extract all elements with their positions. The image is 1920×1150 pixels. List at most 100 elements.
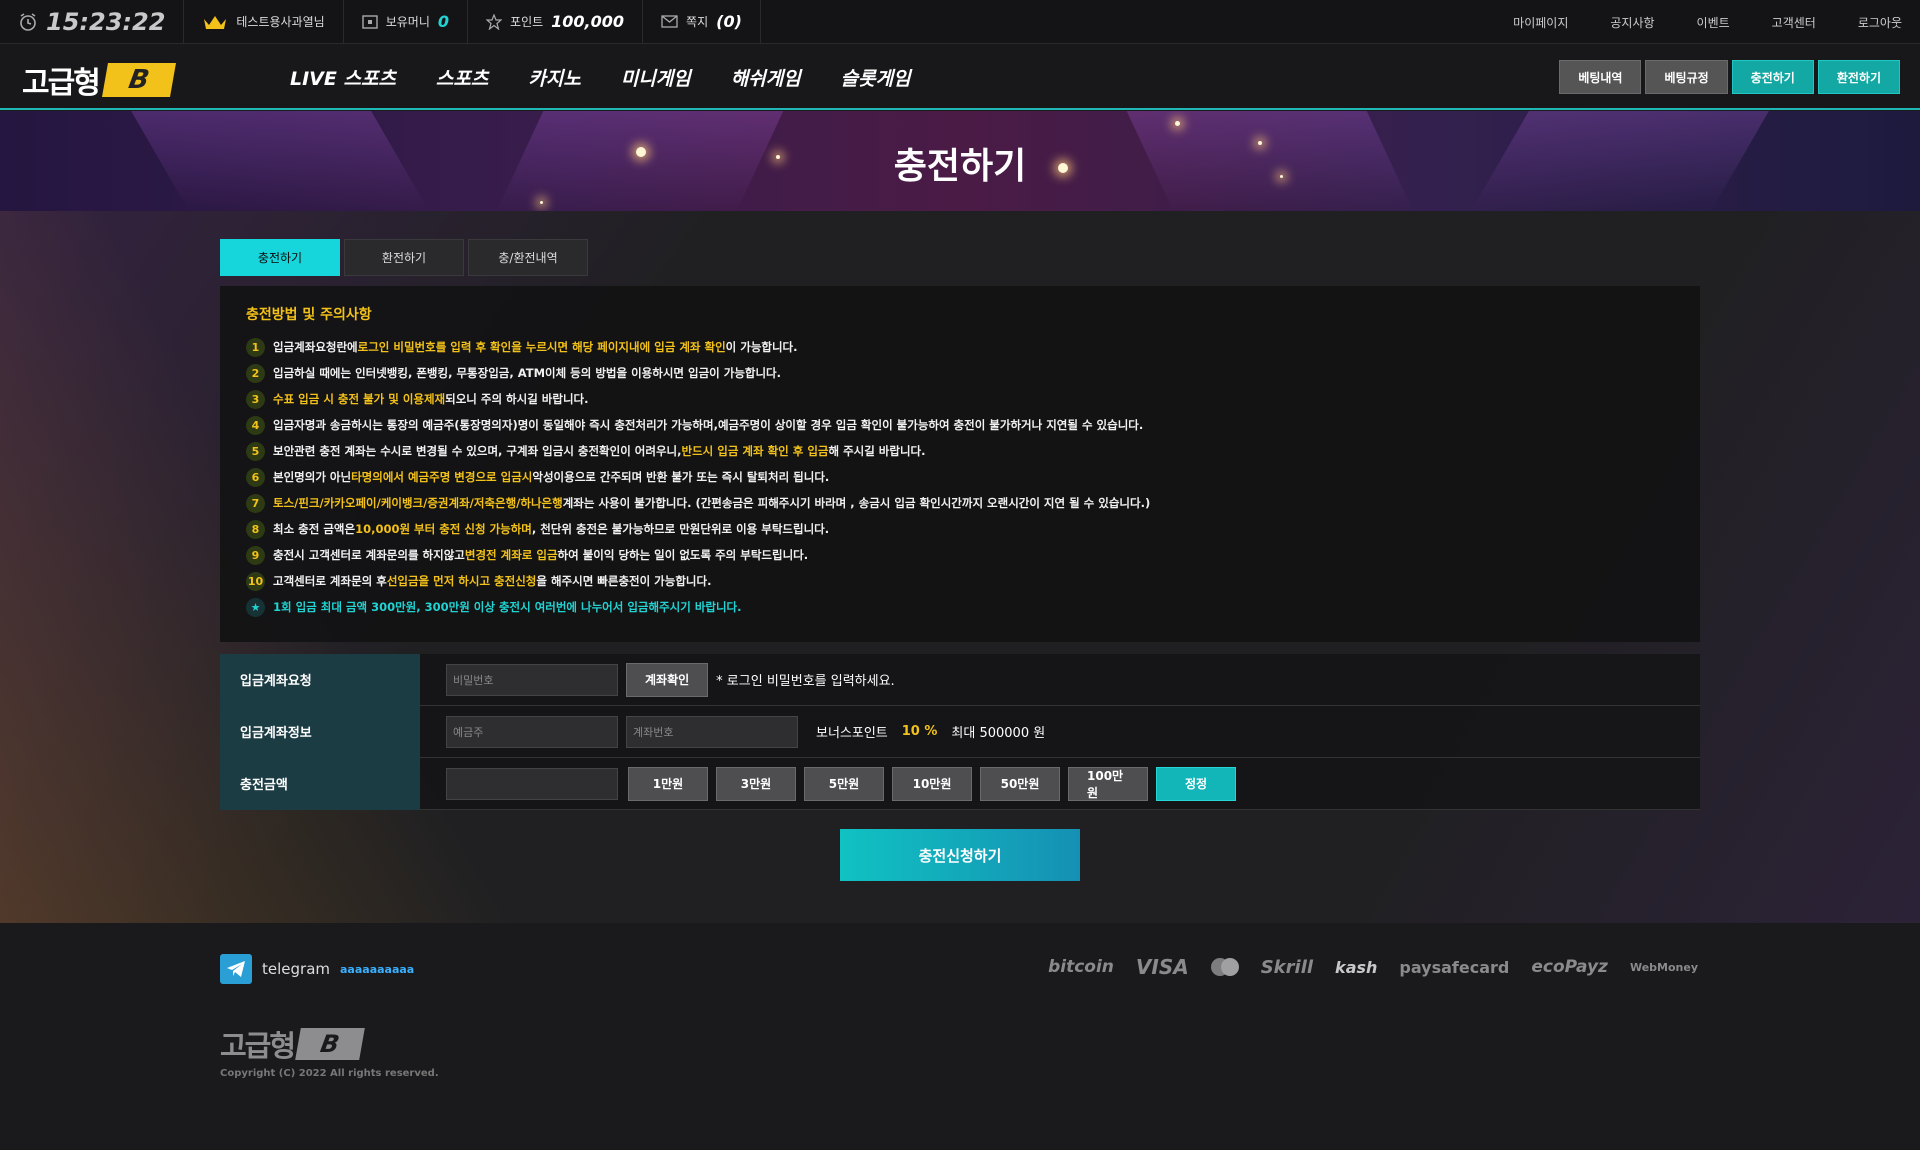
site-logo[interactable]: 고급형 B: [22, 58, 176, 102]
point-value: 100,000: [551, 12, 625, 31]
telegram-contact[interactable]: telegram aaaaaaaaaa: [220, 954, 414, 984]
account-request-row: 입금계좌요청 비밀번호 계좌확인 * 로그인 비밀번호를 입력하세요.: [220, 653, 1700, 706]
notice-number: 3: [246, 389, 265, 409]
link-mypage[interactable]: 마이페이지: [1513, 14, 1568, 31]
nav-minigame[interactable]: 미니게임: [621, 64, 691, 91]
user-info: 테스트용사과열님: [184, 0, 344, 44]
amount-1m-button[interactable]: 100만원: [1068, 766, 1148, 801]
message-info[interactable]: 쪽지 (0): [643, 0, 761, 44]
skrill-logo: Skrill: [1260, 956, 1314, 978]
alarm-clock-icon: [20, 12, 36, 31]
betting-rules-button[interactable]: 베팅규정: [1645, 60, 1728, 94]
notice-row: 1 입금계좌요청란에 로그인 비밀번호를 입력 후 확인을 누르시면 해당 페이지…: [246, 334, 1674, 360]
page-banner: 충전하기: [0, 111, 1920, 211]
notice-text-hl: 10,000원 부터 충전 신청 가능하며: [355, 522, 532, 536]
account-request-label: 입금계좌요청: [220, 653, 420, 706]
webmoney-logo: WebMoney: [1629, 960, 1698, 974]
tab-deposit[interactable]: 충전하기: [220, 239, 340, 276]
paysafecard-logo: paysafecard: [1399, 957, 1510, 977]
notice-number: 1: [246, 337, 265, 357]
crown-icon: [204, 15, 227, 29]
footer-logo-text: 고급형: [220, 1029, 296, 1063]
notice-star-row: ★ 1회 입금 최대 금액 300만원, 300만원 이상 충전시 여러번에 나…: [246, 594, 1674, 620]
message-label: 쪽지: [686, 15, 709, 29]
notice-text-hl: 변경전 계좌로 입금: [464, 548, 558, 562]
notice-text-post: 해 주시길 바랍니다.: [828, 444, 926, 458]
amount-100k-button[interactable]: 10만원: [892, 766, 972, 801]
amount-10k-button[interactable]: 1만원: [628, 766, 708, 801]
link-notice[interactable]: 공지사항: [1610, 14, 1654, 31]
password-input[interactable]: 비밀번호: [446, 663, 618, 696]
footer: telegram aaaaaaaaaa bitcoin VISA Skrill …: [0, 923, 1920, 1150]
wallet-icon: [362, 14, 378, 29]
tab-history[interactable]: 충/환전내역: [468, 239, 588, 276]
footer-logo-badge: B: [295, 1028, 365, 1060]
notice-text-post: 되오니 주의 하시길 바랍니다.: [445, 392, 589, 406]
notice-row: 7 토스/핀크/카카오페이/케이뱅크/증권계좌/저축은행/하나은행 계좌는 사용이…: [246, 490, 1674, 516]
money-info: 보유머니 0: [344, 0, 469, 44]
amount-label: 충전금액: [220, 757, 420, 810]
message-value: (0): [716, 12, 742, 31]
notice-text-hl: 로그인 비밀번호를 입력 후 확인을 누르시면 해당 페이지내에 입금 계좌 확…: [357, 340, 726, 354]
amount-30k-button[interactable]: 3만원: [716, 766, 796, 801]
notice-text-pre: 입금자명과 송금하시는 통장의 예금주(통장명의자)명이 동일해야 즉시 충전처…: [273, 418, 1144, 432]
notice-number: 5: [246, 441, 265, 461]
top-links: 마이페이지 공지사항 이벤트 고객센터 로그아웃: [1513, 0, 1902, 44]
sparkle: [1175, 121, 1180, 126]
notice-row: 2 입금하실 때에는 인터넷뱅킹, 폰뱅킹, 무통장입금, ATM이체 등의 방법…: [246, 360, 1674, 386]
mastercard-logo: [1210, 958, 1239, 976]
nav-slotgame[interactable]: 슬롯게임: [841, 64, 911, 91]
notice-text-pre: 고객센터로 계좌문의 후: [273, 574, 387, 588]
notice-text-hl: 반드시 입금 계좌 확인 후 입금: [681, 444, 829, 458]
deposit-button[interactable]: 충전하기: [1731, 60, 1814, 94]
submit-deposit-button[interactable]: 충전신청하기: [840, 829, 1080, 881]
notice-text-post: , 천단위 충전은 불가능하므로 만원단위로 이용 부탁드립니다.: [531, 522, 830, 536]
notice-text-post: 계좌는 사용이 불가합니다. (간편송금은 피해주시기 바라며 , 송금시 입금…: [562, 496, 1151, 510]
nav-sports[interactable]: 스포츠: [436, 64, 488, 91]
money-value: 0: [437, 12, 450, 31]
notice-number: 4: [246, 415, 265, 435]
ecopayz-logo: ecoPayz: [1531, 957, 1608, 977]
nav-buttons: 베팅내역 베팅규정 충전하기 환전하기: [1559, 60, 1900, 94]
link-logout[interactable]: 로그아웃: [1858, 14, 1902, 31]
nav-casino[interactable]: 카지노: [528, 64, 580, 91]
telegram-label: telegram: [262, 960, 330, 978]
amount-reset-button[interactable]: 정정: [1156, 766, 1236, 801]
notice-number: 9: [246, 545, 265, 565]
nav-hashgame[interactable]: 해쉬게임: [731, 64, 801, 91]
payment-logos: bitcoin VISA Skrill kash paysafecard eco…: [1048, 955, 1698, 979]
logo-text: 고급형: [22, 66, 101, 101]
notice-text-hl: 타명의에서 예금주명 변경으로 입금시: [351, 470, 533, 484]
bonus-value: 10 %: [901, 724, 938, 739]
notice-number: 6: [246, 467, 265, 487]
notice-row: 4 입금자명과 송금하시는 통장의 예금주(통장명의자)명이 동일해야 즉시 충전…: [246, 412, 1674, 438]
telegram-id: aaaaaaaaaa: [340, 962, 415, 976]
betting-history-button[interactable]: 베팅내역: [1559, 60, 1642, 94]
notice-text-post: 이 가능합니다.: [725, 340, 798, 354]
notice-text-hl: 토스/핀크/카카오페이/케이뱅크/증권계좌/저축은행/하나은행: [273, 496, 563, 510]
notice-text-post: 을 해주시면 빠른충전이 가능합니다.: [536, 574, 712, 588]
notice-text-pre: 입금계좌요청란에: [273, 340, 358, 354]
notice-row: 9 충전시 고객센터로 계좌문의를 하지않고 변경전 계좌로 입금 하여 불이익 당…: [246, 542, 1674, 568]
point-info: 포인트 100,000: [468, 0, 644, 44]
nav-live-sports[interactable]: LIVE 스포츠: [290, 64, 396, 91]
tab-withdraw[interactable]: 환전하기: [344, 239, 464, 276]
link-event[interactable]: 이벤트: [1697, 14, 1730, 31]
link-support[interactable]: 고객센터: [1772, 14, 1816, 31]
money-label: 보유머니: [385, 15, 430, 29]
notice-number: 7: [246, 493, 265, 513]
copyright: Copyright (C) 2022 All rights reserved.: [220, 1068, 439, 1079]
deposit-form: 입금계좌요청 비밀번호 계좌확인 * 로그인 비밀번호를 입력하세요. 입금계좌…: [220, 653, 1700, 810]
withdraw-button[interactable]: 환전하기: [1817, 60, 1900, 94]
ukash-logo: kash: [1335, 957, 1378, 977]
top-bar: 15:23:22 테스트용사과열님 보유머니 0 포인트 100,000 쪽지 …: [0, 0, 1920, 44]
amount-50k-button[interactable]: 5만원: [804, 766, 884, 801]
page-title: 충전하기: [893, 146, 1027, 187]
account-check-button[interactable]: 계좌확인: [626, 662, 709, 697]
account-number-input[interactable]: 계좌번호: [626, 715, 798, 748]
notice-text-post: 악성이용으로 간주되며 반환 불가 또는 즉시 탈퇴처리 됩니다.: [532, 470, 830, 484]
amount-input[interactable]: [446, 767, 618, 800]
amount-500k-button[interactable]: 50만원: [980, 766, 1060, 801]
notice-text-post: 하여 불이익 당하는 일이 없도록 주의 부탁드립니다.: [557, 548, 809, 562]
depositor-input[interactable]: 예금주: [446, 715, 618, 748]
